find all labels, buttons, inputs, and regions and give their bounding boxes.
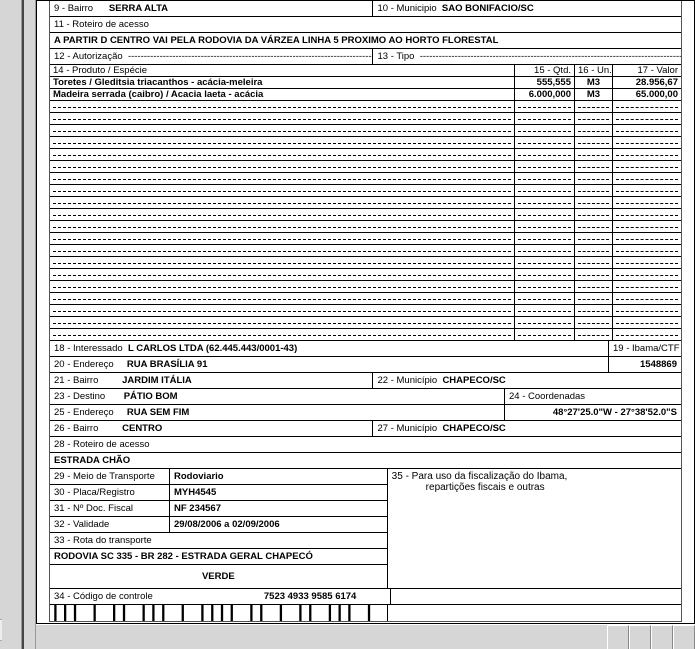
field-34-codigo: 34 - Código de controle 7523 4933 9585 6… [50, 589, 391, 604]
col-14-produto: 14 - Produto / Espécie [50, 65, 515, 76]
empty-item-row [50, 328, 681, 340]
field-32-value: 29/08/2006 a 02/09/2006 [170, 517, 387, 532]
empty-item-row [50, 304, 681, 316]
field-24-coordenadas-value: 48°27'25.0"W - 27°38'52.0"S [505, 405, 681, 420]
verde-label: VERDE [50, 565, 387, 588]
empty-item-row [50, 148, 681, 160]
barcode: ||| | || ||| | |||| || | || ||| | || |||… [50, 605, 388, 621]
field-13-tipo: 13 - Tipo [373, 49, 681, 64]
field-35-fiscalizacao: 35 - Para uso da fiscalização do Ibama, … [387, 469, 681, 588]
field-33-value: RODOVIA SC 335 - BR 282 - ESTRADA GERAL … [50, 549, 387, 564]
empty-item-row [50, 172, 681, 184]
empty-item-row [50, 280, 681, 292]
document-page: 9 - Bairro SERRA ALTA 10 - Municipio SAO… [37, 0, 694, 622]
empty-item-row [50, 232, 681, 244]
item-un: M3 [575, 89, 613, 100]
field-9-bairro: 9 - Bairro SERRA ALTA [50, 1, 373, 16]
field-23-destino: 23 - Destino PÁTIO BOM [50, 389, 505, 404]
empty-item-row [50, 316, 681, 328]
item-qtd: 555,555 [515, 77, 575, 88]
field-31-value: NF 234567 [170, 501, 387, 516]
empty-item-row [50, 244, 681, 256]
field-21-bairro: 21 - Bairro JARDIM ITÁLIA [50, 373, 373, 388]
field-29-label: 29 - Meio de Transporte [50, 469, 170, 484]
footer-button-2[interactable] [629, 625, 651, 649]
document-viewport: 9 - Bairro SERRA ALTA 10 - Municipio SAO… [36, 0, 695, 624]
field-33-label: 33 - Rota do transporte [50, 533, 387, 548]
field-18-interessado: 18 - Interessado L CARLOS LTDA (62.445.4… [50, 341, 609, 356]
field-29-value: Rodoviario [170, 469, 387, 484]
item-un: M3 [575, 77, 613, 88]
barcode-right-empty [388, 605, 681, 621]
col-16-un: 16 - Un. [575, 65, 613, 76]
item-qtd: 6.000,000 [515, 89, 575, 100]
field-24-coordenadas-label: 24 - Coordenadas [505, 389, 681, 404]
empty-item-row [50, 256, 681, 268]
empty-item-row [50, 160, 681, 172]
footer-button-1[interactable] [607, 625, 629, 649]
col-17-valor: 17 - Valor [613, 65, 681, 76]
left-tab-bar: ts [0, 0, 22, 649]
status-bar [36, 624, 695, 649]
item-valor: 28.956,67 [613, 77, 681, 88]
field-25-endereco: 25 - Endereço RUA SEM FIM [50, 405, 505, 420]
field-20-endereco: 20 - Endereço RUA BRASÍLIA 91 [50, 357, 609, 372]
field-30-value: MYH4545 [170, 485, 387, 500]
field-26-bairro: 26 - Bairro CENTRO [50, 421, 373, 436]
empty-item-row [50, 208, 681, 220]
empty-item-row [50, 184, 681, 196]
item-row: Toretes / Gleditsia triacanthos - acácia… [50, 76, 681, 88]
empty-item-row [50, 124, 681, 136]
field-28-roteiro-label: 28 - Roteiro de acesso [50, 437, 681, 452]
side-tab[interactable]: ts [0, 619, 2, 641]
field-11-roteiro-label: 11 - Roteiro de acesso [50, 17, 681, 32]
form-document: 9 - Bairro SERRA ALTA 10 - Municipio SAO… [49, 0, 682, 622]
col-15-qtd: 15 - Qtd. [515, 65, 575, 76]
items-header-row: 14 - Produto / Espécie 15 - Qtd. 16 - Un… [50, 64, 681, 76]
field-11-roteiro-value: A PARTIR D CENTRO VAI PELA RODOVIA DA VÁ… [50, 33, 681, 48]
item-product: Madeira serrada (caibro) / Acacia laeta … [50, 89, 515, 100]
field-27-municipio: 27 - Município CHAPECO/SC [373, 421, 681, 436]
empty-item-row [50, 100, 681, 112]
empty-item-row [50, 196, 681, 208]
field-19-ibama-value: 1548869 [609, 357, 681, 372]
empty-item-row [50, 136, 681, 148]
item-row: Madeira serrada (caibro) / Acacia laeta … [50, 88, 681, 100]
items-grid: Toretes / Gleditsia triacanthos - acácia… [50, 76, 681, 340]
field-30-label: 30 - Placa/Registro [50, 485, 170, 500]
empty-item-row [50, 220, 681, 232]
empty-item-row [50, 112, 681, 124]
field-34-right-empty [391, 589, 681, 604]
footer-button-3[interactable] [651, 625, 673, 649]
field-32-label: 32 - Validade [50, 517, 170, 532]
item-valor: 65.000,00 [613, 89, 681, 100]
item-product: Toretes / Gleditsia triacanthos - acácia… [50, 77, 515, 88]
app-shell: ts 9 - Bairro SERRA ALTA 10 - Municipio … [0, 0, 695, 649]
field-31-label: 31 - Nº Doc. Fiscal [50, 501, 170, 516]
field-19-ibama-label: 19 - Ibama/CTF [609, 341, 681, 356]
field-22-municipio: 22 - Município CHAPECO/SC [373, 373, 681, 388]
empty-item-row [50, 292, 681, 304]
field-28-roteiro-value: ESTRADA CHÃO [50, 453, 681, 468]
field-10-municipio: 10 - Municipio SAO BONIFACIO/SC [373, 1, 681, 16]
field-12-autorizacao: 12 - Autorização [50, 49, 373, 64]
footer-button-4[interactable] [673, 625, 695, 649]
transport-block: 29 - Meio de TransporteRodoviario 30 - P… [50, 469, 387, 588]
empty-item-row [50, 268, 681, 280]
vertical-scrollbar[interactable] [22, 0, 36, 649]
